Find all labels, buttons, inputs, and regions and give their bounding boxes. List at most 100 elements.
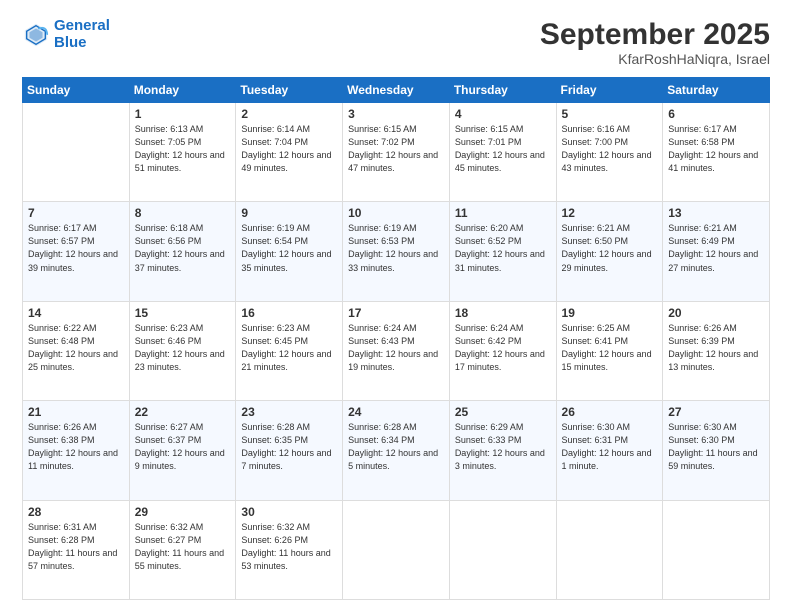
calendar-cell: 2Sunrise: 6:14 AMSunset: 7:04 PMDaylight… [236,103,343,202]
day-info: Sunrise: 6:24 AMSunset: 6:42 PMDaylight:… [455,322,551,374]
title-block: September 2025 KfarRoshHaNiqra, Israel [540,18,770,67]
calendar-table: SundayMondayTuesdayWednesdayThursdayFrid… [22,77,770,600]
day-number: 15 [135,306,231,320]
day-number: 6 [668,107,764,121]
page: General Blue September 2025 KfarRoshHaNi… [0,0,792,612]
calendar-cell: 19 Sunrise: 6:25 AMSunset: 6:41 PMDayligh… [556,301,663,400]
calendar-week-row: 28Sunrise: 6:31 AMSunset: 6:28 PMDayligh… [23,500,770,599]
calendar-week-row: 21 Sunrise: 6:26 AMSunset: 6:38 PMDayligh… [23,401,770,500]
day-info: Sunrise: 6:13 AMSunset: 7:05 PMDaylight:… [135,123,231,175]
day-number: 8 [135,206,231,220]
logo-icon [22,21,50,49]
logo-line1: General [54,17,110,34]
day-info: Sunrise: 6:23 AMSunset: 6:46 PMDaylight:… [135,322,231,374]
logo-line2: Blue [54,34,87,51]
calendar-cell: 15 Sunrise: 6:23 AMSunset: 6:46 PMDayligh… [129,301,236,400]
day-number: 27 [668,405,764,419]
calendar-cell: 11 Sunrise: 6:20 AMSunset: 6:52 PMDayligh… [449,202,556,301]
calendar-cell: 29 Sunrise: 6:32 AMSunset: 6:27 PMDayligh… [129,500,236,599]
calendar-cell: 8Sunrise: 6:18 AMSunset: 6:56 PMDaylight… [129,202,236,301]
calendar-cell [556,500,663,599]
day-info: Sunrise: 6:17 AMSunset: 6:58 PMDaylight:… [668,123,764,175]
calendar-cell: 1 Sunrise: 6:13 AMSunset: 7:05 PMDaylight… [129,103,236,202]
day-number: 7 [28,206,124,220]
day-number: 2 [241,107,337,121]
day-number: 23 [241,405,337,419]
day-number: 12 [562,206,658,220]
day-number: 29 [135,505,231,519]
day-number: 9 [241,206,337,220]
day-number: 14 [28,306,124,320]
calendar-cell [663,500,770,599]
calendar-weekday-monday: Monday [129,78,236,103]
day-info: Sunrise: 6:15 AMSunset: 7:01 PMDaylight:… [455,123,551,175]
day-number: 16 [241,306,337,320]
calendar-weekday-friday: Friday [556,78,663,103]
calendar-cell: 9Sunrise: 6:19 AMSunset: 6:54 PMDaylight… [236,202,343,301]
calendar-cell: 26Sunrise: 6:30 AMSunset: 6:31 PMDayligh… [556,401,663,500]
calendar-cell: 21 Sunrise: 6:26 AMSunset: 6:38 PMDayligh… [23,401,130,500]
calendar-cell: 23 Sunrise: 6:28 AMSunset: 6:35 PMDayligh… [236,401,343,500]
day-info: Sunrise: 6:29 AMSunset: 6:33 PMDaylight:… [455,421,551,473]
calendar-cell: 13 Sunrise: 6:21 AMSunset: 6:49 PMDayligh… [663,202,770,301]
calendar-weekday-saturday: Saturday [663,78,770,103]
day-info: Sunrise: 6:27 AMSunset: 6:37 PMDaylight:… [135,421,231,473]
day-info: Sunrise: 6:31 AMSunset: 6:28 PMDaylight:… [28,521,124,573]
day-number: 17 [348,306,444,320]
day-number: 19 [562,306,658,320]
calendar-cell: 28Sunrise: 6:31 AMSunset: 6:28 PMDayligh… [23,500,130,599]
day-info: Sunrise: 6:30 AMSunset: 6:30 PMDaylight:… [668,421,764,473]
day-info: Sunrise: 6:26 AMSunset: 6:38 PMDaylight:… [28,421,124,473]
header: General Blue September 2025 KfarRoshHaNi… [22,18,770,67]
day-number: 21 [28,405,124,419]
month-title: September 2025 [540,18,770,51]
calendar-weekday-tuesday: Tuesday [236,78,343,103]
calendar-cell: 17 Sunrise: 6:24 AMSunset: 6:43 PMDayligh… [343,301,450,400]
day-number: 10 [348,206,444,220]
calendar-cell: 4Sunrise: 6:15 AMSunset: 7:01 PMDaylight… [449,103,556,202]
day-number: 5 [562,107,658,121]
day-info: Sunrise: 6:26 AMSunset: 6:39 PMDaylight:… [668,322,764,374]
calendar-cell [23,103,130,202]
calendar-cell: 30Sunrise: 6:32 AMSunset: 6:26 PMDayligh… [236,500,343,599]
day-number: 26 [562,405,658,419]
calendar-cell: 14 Sunrise: 6:22 AMSunset: 6:48 PMDayligh… [23,301,130,400]
calendar-cell: 6 Sunrise: 6:17 AMSunset: 6:58 PMDaylight… [663,103,770,202]
day-info: Sunrise: 6:28 AMSunset: 6:35 PMDaylight:… [241,421,337,473]
day-number: 3 [348,107,444,121]
day-info: Sunrise: 6:24 AMSunset: 6:43 PMDaylight:… [348,322,444,374]
calendar-cell: 25 Sunrise: 6:29 AMSunset: 6:33 PMDayligh… [449,401,556,500]
day-number: 22 [135,405,231,419]
day-info: Sunrise: 6:22 AMSunset: 6:48 PMDaylight:… [28,322,124,374]
day-info: Sunrise: 6:21 AMSunset: 6:49 PMDaylight:… [668,222,764,274]
day-info: Sunrise: 6:32 AMSunset: 6:27 PMDaylight:… [135,521,231,573]
calendar-cell: 18 Sunrise: 6:24 AMSunset: 6:42 PMDayligh… [449,301,556,400]
calendar-weekday-wednesday: Wednesday [343,78,450,103]
day-number: 25 [455,405,551,419]
day-number: 13 [668,206,764,220]
day-number: 1 [135,107,231,121]
calendar-cell: 12 Sunrise: 6:21 AMSunset: 6:50 PMDayligh… [556,202,663,301]
calendar-cell: 3 Sunrise: 6:15 AMSunset: 7:02 PMDaylight… [343,103,450,202]
day-info: Sunrise: 6:25 AMSunset: 6:41 PMDaylight:… [562,322,658,374]
day-info: Sunrise: 6:17 AMSunset: 6:57 PMDaylight:… [28,222,124,274]
calendar-cell: 7 Sunrise: 6:17 AMSunset: 6:57 PMDaylight… [23,202,130,301]
day-number: 18 [455,306,551,320]
day-info: Sunrise: 6:19 AMSunset: 6:53 PMDaylight:… [348,222,444,274]
calendar-cell: 27 Sunrise: 6:30 AMSunset: 6:30 PMDayligh… [663,401,770,500]
day-info: Sunrise: 6:21 AMSunset: 6:50 PMDaylight:… [562,222,658,274]
logo: General Blue [22,18,110,51]
day-info: Sunrise: 6:15 AMSunset: 7:02 PMDaylight:… [348,123,444,175]
calendar-cell: 22 Sunrise: 6:27 AMSunset: 6:37 PMDayligh… [129,401,236,500]
day-info: Sunrise: 6:20 AMSunset: 6:52 PMDaylight:… [455,222,551,274]
calendar-cell [449,500,556,599]
logo-text: General Blue [54,18,110,51]
calendar-cell: 20Sunrise: 6:26 AMSunset: 6:39 PMDayligh… [663,301,770,400]
day-number: 11 [455,206,551,220]
day-info: Sunrise: 6:16 AMSunset: 7:00 PMDaylight:… [562,123,658,175]
calendar-week-row: 7 Sunrise: 6:17 AMSunset: 6:57 PMDaylight… [23,202,770,301]
calendar-weekday-sunday: Sunday [23,78,130,103]
calendar-cell [343,500,450,599]
calendar-week-row: 14 Sunrise: 6:22 AMSunset: 6:48 PMDayligh… [23,301,770,400]
day-number: 30 [241,505,337,519]
